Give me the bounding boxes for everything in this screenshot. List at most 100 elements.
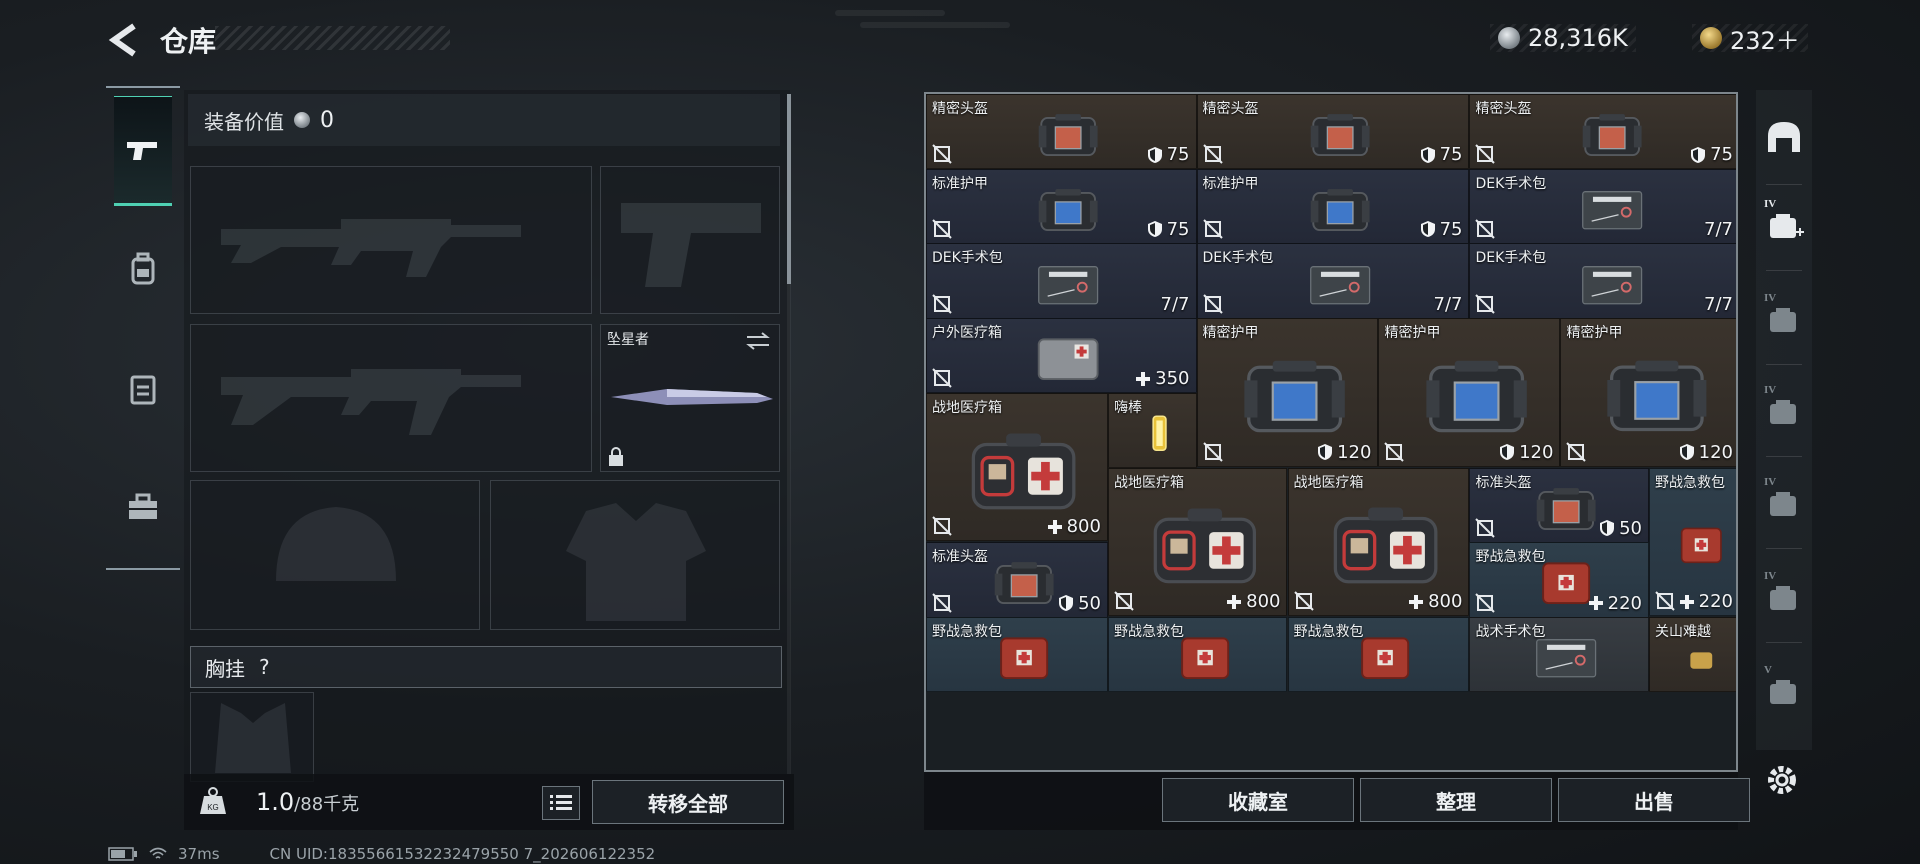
medical-filter-tab[interactable]: IV — [1760, 196, 1808, 252]
shield-icon — [1318, 444, 1333, 461]
no-insure-icon — [1475, 219, 1496, 239]
settings-button[interactable] — [1762, 760, 1802, 800]
transfer-all-button[interactable]: 转移全部 — [592, 780, 784, 824]
storage-item[interactable]: 战地医疗箱 800 — [926, 392, 1108, 542]
tab-backpack[interactable] — [114, 214, 172, 324]
item-name: 标准头盔 — [1475, 474, 1532, 491]
pistol-slot[interactable] — [600, 166, 780, 314]
backpack-icon — [131, 252, 155, 285]
tab-vest[interactable] — [114, 334, 172, 444]
item-name: 野战急救包 — [1113, 624, 1184, 641]
melee-name: 坠星者 — [607, 332, 649, 348]
storage-item[interactable]: 战术手术包 — [1469, 617, 1649, 693]
storage-item[interactable]: 标准护甲 75 — [926, 168, 1197, 244]
weapon-filter-tab[interactable]: IV — [1760, 290, 1808, 346]
loadout-tabs — [106, 86, 180, 570]
storage-item[interactable]: 战地医疗箱 800 — [1287, 467, 1470, 617]
uid-text: CN UID:18355661532232479550 7_2026061223… — [269, 845, 656, 863]
storage-item[interactable]: 精密护甲 120 — [1560, 318, 1736, 467]
item-stat-value: 75 — [1166, 144, 1190, 166]
back-button[interactable] — [104, 20, 144, 60]
field-medkit-icon — [972, 433, 1076, 509]
item-name: 战地医疗箱 — [932, 399, 1002, 416]
item-name: 野战急救包 — [1475, 549, 1546, 566]
capacity-text: 1.0/88千克 — [256, 788, 359, 816]
header: 仓库 28,316K 232＋ — [0, 0, 1920, 80]
item-stat-value: 75 — [1439, 144, 1463, 166]
storage-item[interactable]: 战地医疗箱 800 — [1107, 467, 1288, 617]
swap-icon[interactable] — [745, 331, 771, 351]
storage-item[interactable]: 关山难越 — [1649, 617, 1736, 693]
sort-button[interactable]: 整理 — [1360, 778, 1552, 822]
secondary-weapon-slot[interactable] — [190, 324, 592, 472]
no-insure-icon — [932, 368, 952, 389]
gold-currency[interactable]: 232＋ — [1692, 24, 1808, 55]
armor-icon — [1607, 361, 1707, 432]
storage-item[interactable]: 标准护甲 75 — [1196, 168, 1470, 244]
item-stat-value: 75 — [1439, 218, 1463, 240]
rifle-silhouette-icon — [221, 369, 521, 435]
item-stat-value: 120 — [1698, 441, 1733, 463]
storage-item[interactable]: DEK手术包 7/7 — [926, 243, 1197, 319]
storage-item[interactable]: 标准头盔 50 — [1469, 467, 1649, 543]
ammo-filter-tab[interactable]: IV — [1760, 568, 1808, 624]
storage-item[interactable]: 精密头盔 75 — [1196, 94, 1470, 170]
item-stat: 120 — [1317, 442, 1371, 463]
outdoor-medkit-icon — [1037, 338, 1099, 381]
armor-slot[interactable] — [490, 480, 780, 630]
chest-rig-slot[interactable] — [190, 692, 314, 782]
storage-item[interactable]: DEK手术包 7/7 — [1469, 243, 1736, 319]
armor-filter-tab[interactable]: IV — [1760, 474, 1808, 530]
list-view-button[interactable] — [542, 786, 580, 820]
equipment-panel: 装备价值 0 坠星者 胸挂 ? — [184, 90, 790, 830]
helmet-filter-tab[interactable] — [1760, 110, 1808, 166]
shield-icon — [1147, 221, 1162, 238]
tab-toolbox[interactable] — [114, 452, 172, 562]
ping-text: 37ms — [178, 845, 220, 863]
storage-item[interactable]: 精密护甲 120 — [1378, 318, 1561, 467]
tab-weapons[interactable] — [114, 96, 172, 206]
storage-item[interactable]: 野战急救包 — [926, 617, 1108, 693]
item-stat: 800 — [1047, 516, 1101, 537]
item-stat: 75 — [1420, 218, 1463, 240]
item-stat-value: 220 — [1698, 591, 1733, 613]
item-stat-value: 220 — [1607, 592, 1642, 614]
item-stat-value: 350 — [1155, 368, 1190, 390]
no-insure-icon — [1114, 591, 1134, 611]
attachment-filter-tab[interactable]: IV — [1760, 382, 1808, 438]
storage-item[interactable]: 精密护甲 120 — [1196, 318, 1379, 467]
storage-item[interactable]: 精密头盔 75 — [1469, 94, 1736, 170]
tab-divider — [1766, 642, 1802, 643]
helmet-slot[interactable] — [190, 480, 480, 630]
item-name: 嗨棒 — [1113, 399, 1142, 416]
storage-item[interactable]: 野战急救包 220 — [1469, 542, 1649, 618]
wifi-icon — [149, 847, 167, 859]
helmet-filter-icon — [1768, 122, 1800, 152]
key-filter-tab[interactable]: V — [1760, 662, 1808, 718]
helmet-icon — [1038, 114, 1098, 157]
storage-item[interactable]: DEK手术包 7/7 — [1196, 243, 1470, 319]
storage-item[interactable]: 嗨棒 — [1107, 392, 1197, 469]
sell-button[interactable]: 出售 — [1558, 778, 1750, 822]
item-stat-value: 50 — [1078, 592, 1101, 614]
storage-item[interactable]: DEK手术包 7/7 — [1469, 168, 1736, 244]
item-stat: 350 — [1135, 368, 1190, 390]
storage-item[interactable]: 户外医疗箱 350 — [926, 318, 1197, 394]
storage-item[interactable]: 野战急救包 — [1107, 617, 1288, 693]
storage-item[interactable]: 精密头盔 75 — [926, 94, 1197, 170]
no-insure-icon — [1475, 592, 1496, 613]
primary-weapon-slot[interactable] — [190, 166, 592, 314]
collection-room-button[interactable]: 收藏室 — [1162, 778, 1354, 822]
equipment-scrollbar[interactable] — [787, 94, 791, 774]
help-icon[interactable]: ? — [259, 655, 270, 679]
item-stat-value: 7/7 — [1704, 218, 1733, 240]
storage-item[interactable]: 标准头盔 50 — [926, 542, 1108, 618]
surgical-kit-icon — [1581, 190, 1642, 230]
storage-item[interactable]: 野战急救包 — [1287, 617, 1470, 693]
no-insure-icon — [1655, 591, 1675, 611]
storage-item[interactable]: 野战急救包 220 — [1649, 467, 1736, 617]
no-insure-icon — [1202, 144, 1223, 164]
melee-slot[interactable]: 坠星者 — [600, 324, 780, 472]
tier-label: V — [1764, 664, 1772, 676]
scrollbar-thumb[interactable] — [787, 94, 791, 284]
